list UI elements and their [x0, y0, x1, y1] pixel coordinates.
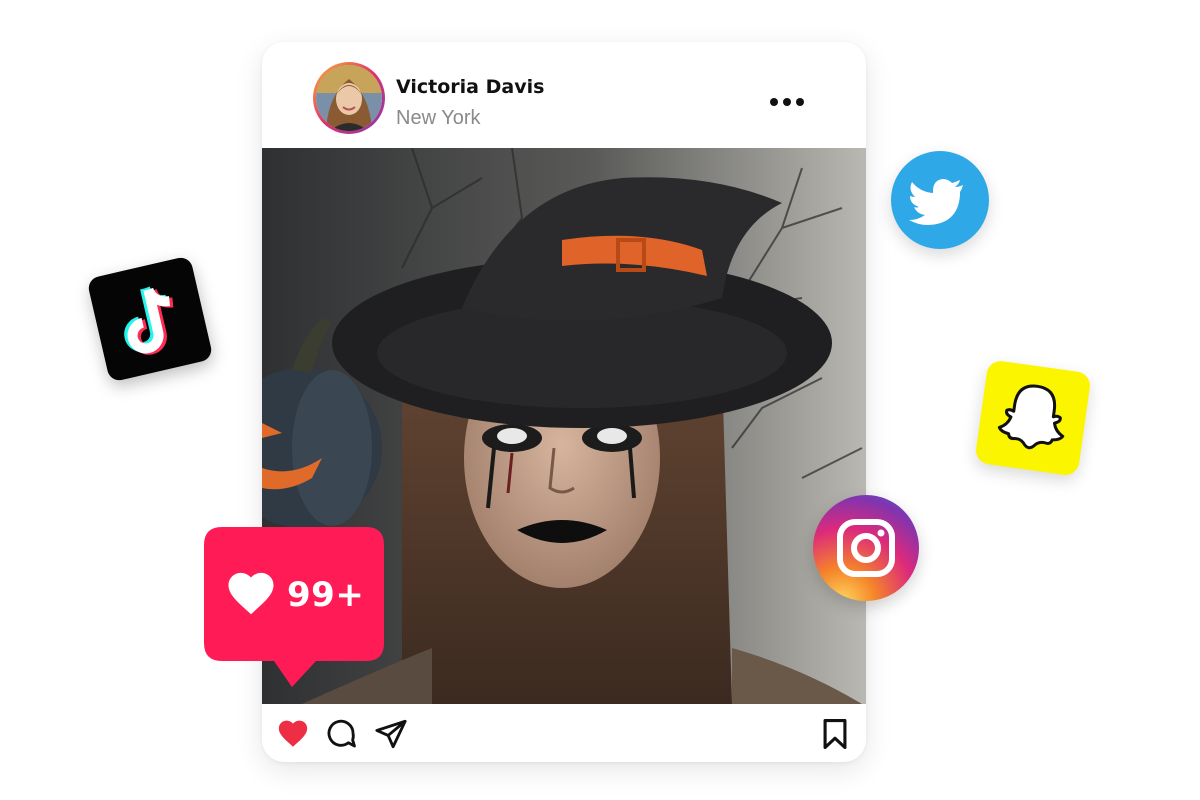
snapchat-icon [997, 384, 1065, 450]
tiktok-button[interactable] [86, 255, 214, 383]
more-horizontal-icon [770, 98, 778, 106]
comment-button[interactable] [324, 717, 358, 751]
comment-icon [327, 719, 356, 748]
location[interactable]: New York [396, 107, 481, 130]
heart-icon [228, 572, 274, 615]
send-icon [375, 719, 407, 749]
snapchat-button[interactable] [974, 359, 1092, 477]
instagram-icon [837, 519, 895, 577]
post-actions [262, 704, 866, 762]
save-button[interactable] [818, 717, 852, 751]
like-button[interactable] [276, 717, 310, 751]
username[interactable]: Victoria Davis [396, 76, 544, 98]
like-notification: 99+ [204, 527, 384, 689]
avatar-photo [316, 65, 382, 131]
twitter-button[interactable] [891, 151, 989, 249]
more-options-button[interactable] [760, 90, 814, 114]
more-horizontal-icon [796, 98, 804, 106]
bookmark-icon [823, 718, 847, 750]
post-header: Victoria Davis New York [262, 42, 866, 148]
share-button[interactable] [374, 717, 408, 751]
twitter-icon [909, 179, 963, 225]
more-horizontal-icon [783, 98, 791, 106]
heart-filled-icon [278, 720, 308, 747]
avatar[interactable] [313, 62, 385, 134]
like-count: 99+ [287, 575, 365, 615]
instagram-button[interactable] [813, 495, 919, 601]
tiktok-icon [124, 286, 174, 355]
